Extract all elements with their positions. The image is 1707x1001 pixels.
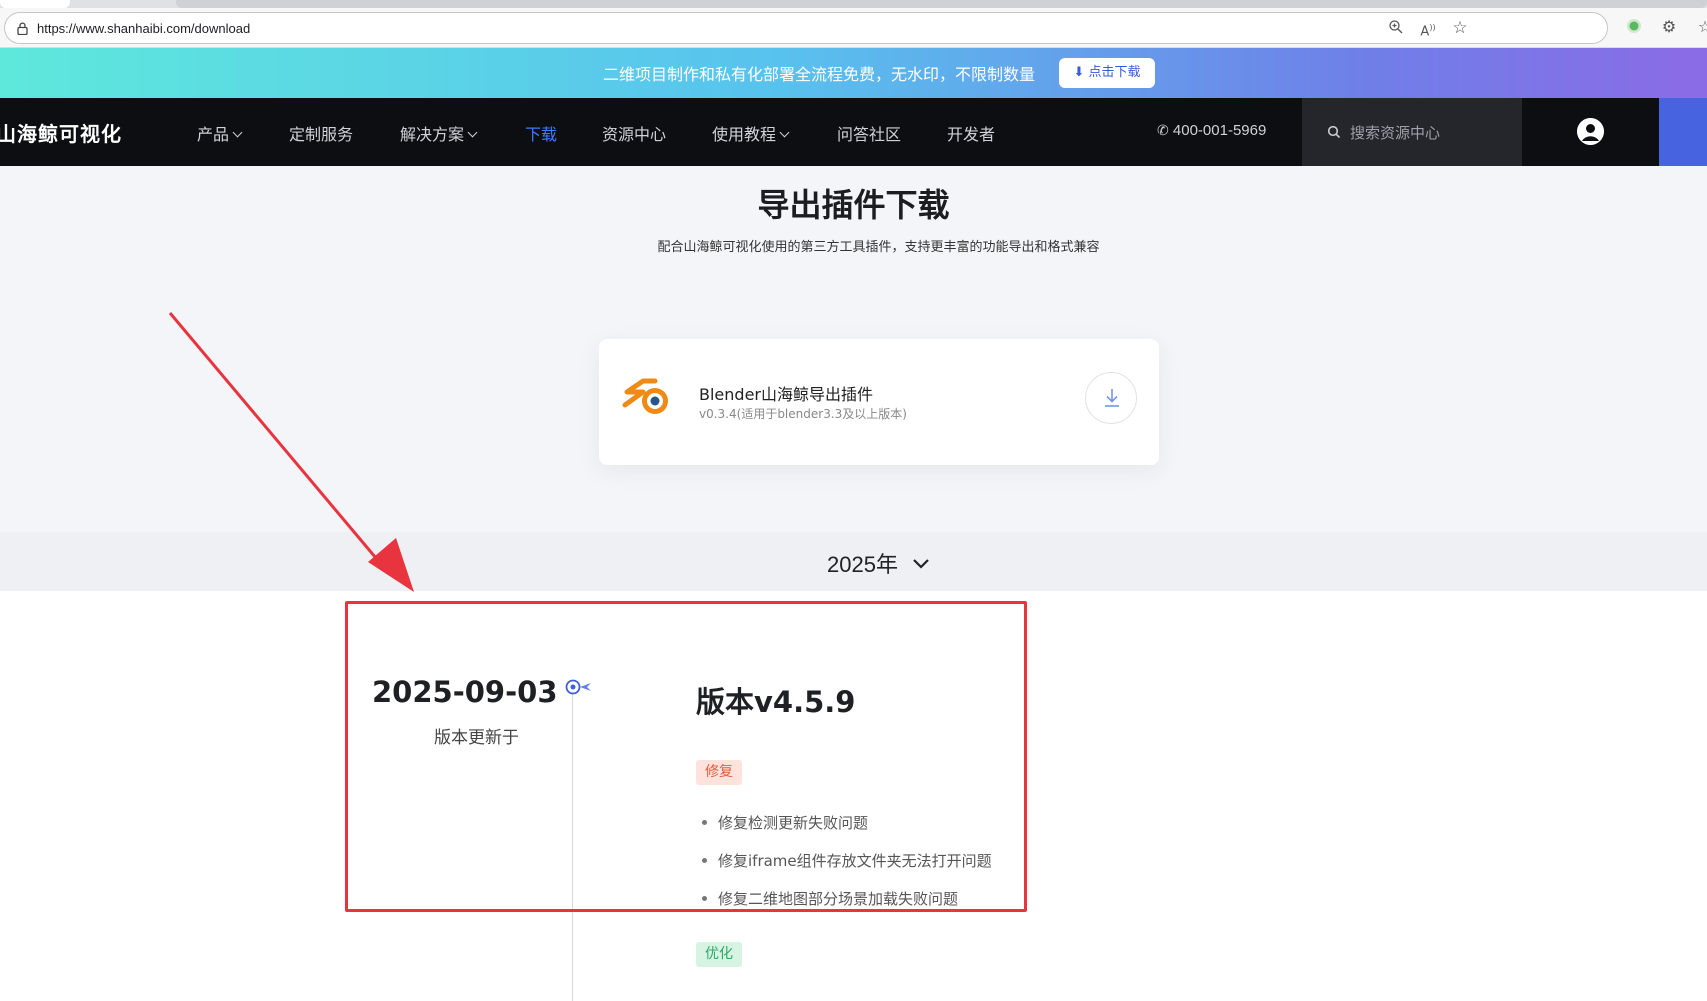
search-placeholder: 搜索资源中心 (1350, 124, 1441, 142)
promo-banner: 二维项目制作和私有化部署全流程免费，无水印，不限制数量 ⬇ 点击下载 (0, 48, 1707, 98)
nav-item-custom-service[interactable]: 定制服务 (289, 121, 353, 145)
promo-download-button[interactable]: ⬇ 点击下载 (1059, 58, 1155, 88)
nav-item-download[interactable]: 下载 (525, 121, 557, 145)
nav-item-label: 下载 (525, 125, 558, 144)
search-icon (1327, 125, 1341, 139)
browser-tab-row (176, 0, 1707, 8)
lock-icon (17, 22, 28, 35)
plugin-version: v0.3.4(适用于blender3.3及以上版本) (699, 407, 907, 421)
phone-number[interactable]: ✆ 400-001-5969 (1157, 122, 1266, 139)
phone-text: 400-001-5969 (1172, 122, 1267, 139)
blender-logo-icon (622, 378, 668, 414)
nav-item-qa-community[interactable]: 问答社区 (837, 121, 901, 145)
optimize-tag: 优化 (696, 942, 742, 967)
annotation-arrow-icon (168, 312, 414, 592)
chevron-down-icon (232, 127, 243, 138)
promo-text: 二维项目制作和私有化部署全流程免费，无水印，不限制数量 (603, 65, 1036, 84)
nav-item-label: 资源中心 (602, 125, 667, 144)
nav-search-box[interactable]: 搜索资源中心 (1302, 98, 1522, 166)
plugin-name: Blender山海鲸导出插件 (699, 385, 873, 404)
main-nav: 山海鲸可视化 产品 定制服务 解决方案 下载 资源中心 使用教程 问答社区 开发… (0, 98, 1707, 166)
read-aloud-icon[interactable]: A)) (1419, 19, 1437, 39)
extensions-puzzle-icon[interactable]: ⚙ (1660, 18, 1678, 36)
url-text: https://www.shanhaibi.com/download (37, 21, 251, 36)
annotation-highlight-box (345, 601, 1027, 912)
chevron-down-icon (913, 559, 929, 569)
nav-item-solutions[interactable]: 解决方案 (400, 121, 478, 145)
nav-item-label: 定制服务 (289, 125, 354, 144)
nav-item-products[interactable]: 产品 (197, 121, 243, 145)
nav-item-resources[interactable]: 资源中心 (602, 121, 666, 145)
chevron-down-icon (467, 127, 478, 138)
site-logo[interactable]: 山海鲸可视化 (0, 118, 122, 147)
nav-item-label: 使用教程 (712, 125, 777, 144)
nav-item-label: 开发者 (947, 125, 996, 144)
address-bar[interactable]: https://www.shanhaibi.com/download A)) ☆ (4, 12, 1608, 44)
user-avatar-icon[interactable] (1577, 118, 1604, 145)
year-value: 2025年 (827, 552, 898, 577)
year-selector[interactable]: 2025年 (827, 547, 930, 579)
nav-item-label: 解决方案 (400, 125, 465, 144)
nav-item-label: 问答社区 (837, 125, 902, 144)
browser-tab[interactable] (0, 0, 70, 8)
page-subtitle: 配合山海鲸可视化使用的第三方工具插件，支持更丰富的功能导出和格式兼容 (657, 240, 1100, 255)
nav-cta-button[interactable] (1659, 98, 1707, 166)
download-arrow-icon (1105, 389, 1119, 407)
phone-icon: ✆ (1157, 122, 1169, 138)
download-icon: ⬇ (1073, 65, 1085, 80)
zoom-icon[interactable] (1387, 19, 1405, 37)
page-title: 导出插件下载 (757, 186, 950, 224)
plugin-download-button[interactable] (1085, 372, 1137, 424)
nav-item-label: 产品 (197, 125, 230, 144)
chevron-down-icon (779, 127, 790, 138)
promo-button-label: 点击下载 (1088, 65, 1141, 80)
plugin-card[interactable]: Blender山海鲸导出插件 v0.3.4(适用于blender3.3及以上版本… (599, 339, 1159, 465)
nav-item-tutorials[interactable]: 使用教程 (712, 121, 790, 145)
extension-green-icon[interactable] (1625, 18, 1643, 36)
browser-toolbar: https://www.shanhaibi.com/download A)) ☆… (0, 8, 1707, 48)
browser-tab-strip (0, 0, 1707, 8)
favorite-star-icon[interactable]: ☆ (1451, 19, 1469, 37)
favorites-icon[interactable]: ☆ (1696, 18, 1707, 36)
nav-item-developers[interactable]: 开发者 (947, 121, 995, 145)
